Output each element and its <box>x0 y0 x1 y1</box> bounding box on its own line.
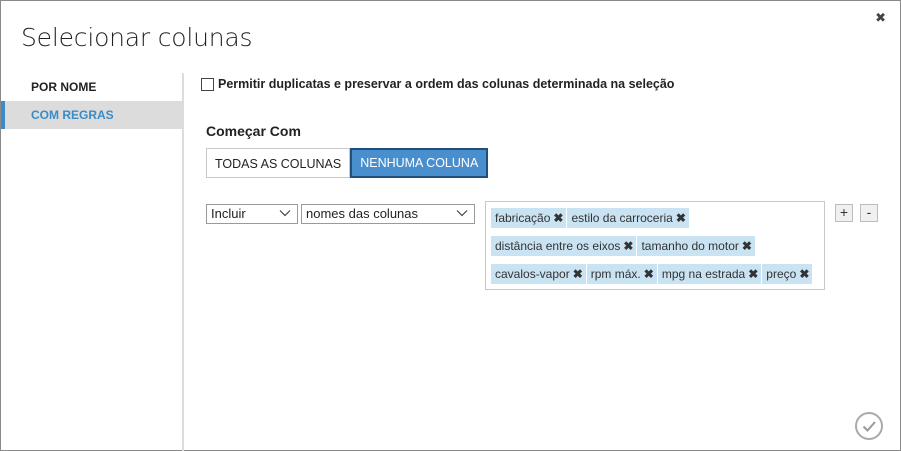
rules-panel: Permitir duplicatas e preservar a ordem … <box>201 73 900 450</box>
column-tag: preço ✖ <box>762 264 813 284</box>
remove-tag-icon[interactable]: ✖ <box>644 267 654 281</box>
include-mode-select[interactable]: Incluir <box>206 204 298 224</box>
column-tag-label: fabricação <box>495 211 551 225</box>
column-tag-label: tamanho do motor <box>641 239 739 253</box>
add-rule-button[interactable]: + <box>835 204 853 222</box>
close-icon[interactable]: ✖ <box>875 11 886 26</box>
remove-tag-icon[interactable]: ✖ <box>742 239 752 253</box>
column-tag-label: preço <box>766 267 797 281</box>
start-with-toggle: TODAS AS COLUNAS NENHUMA COLUNA <box>206 148 489 178</box>
remove-tag-icon[interactable]: ✖ <box>553 211 563 225</box>
all-columns-button[interactable]: TODAS AS COLUNAS <box>206 148 351 178</box>
sidebar: POR NOME COM REGRAS <box>1 73 184 451</box>
chevron-down-icon <box>456 210 468 217</box>
remove-tag-icon[interactable]: ✖ <box>799 267 809 281</box>
dialog-title: Selecionar colunas <box>21 23 253 52</box>
column-tags-input[interactable]: fabricação ✖ estilo da carroceria ✖ distânci… <box>485 201 825 290</box>
column-tag-label: estilo da carroceria <box>571 211 673 225</box>
column-tag-label: distância entre os eixos <box>495 239 621 253</box>
start-with-label: Começar Com <box>206 123 301 139</box>
checkmark-icon <box>862 421 876 432</box>
confirm-button[interactable] <box>855 412 883 440</box>
duplicates-label: Permitir duplicatas e preservar a ordem … <box>218 77 675 91</box>
remove-rule-button[interactable]: - <box>860 204 878 222</box>
remove-tag-icon[interactable]: ✖ <box>623 239 633 253</box>
column-criteria-value: nomes das colunas <box>306 206 419 221</box>
column-tag: fabricação ✖ <box>491 208 567 228</box>
column-tag: cavalos-vapor ✖ <box>491 264 586 284</box>
no-columns-button[interactable]: NENHUMA COLUNA <box>350 148 489 178</box>
select-columns-dialog: ✖ Selecionar colunas POR NOME COM REGRAS… <box>0 0 901 451</box>
column-tag-label: cavalos-vapor <box>495 267 570 281</box>
remove-tag-icon[interactable]: ✖ <box>676 211 686 225</box>
chevron-down-icon <box>279 210 291 217</box>
column-tag: mpg na estrada ✖ <box>657 264 762 284</box>
column-tag: distância entre os eixos ✖ <box>491 236 637 256</box>
remove-tag-icon[interactable]: ✖ <box>573 267 583 281</box>
column-tag-label: mpg na estrada <box>661 267 746 281</box>
sidebar-item-com-regras[interactable]: COM REGRAS <box>1 101 182 129</box>
column-tag-label: rpm máx. <box>590 267 641 281</box>
remove-tag-icon[interactable]: ✖ <box>748 267 758 281</box>
column-criteria-select[interactable]: nomes das colunas <box>301 204 475 224</box>
column-tag: tamanho do motor ✖ <box>637 236 755 256</box>
sidebar-item-por-nome[interactable]: POR NOME <box>1 73 182 101</box>
include-mode-value: Incluir <box>211 206 246 221</box>
column-tag: rpm máx. ✖ <box>586 264 657 284</box>
column-tag: estilo da carroceria ✖ <box>567 208 689 228</box>
duplicates-checkbox[interactable] <box>201 77 214 91</box>
duplicates-option: Permitir duplicatas e preservar a ordem … <box>201 77 674 91</box>
